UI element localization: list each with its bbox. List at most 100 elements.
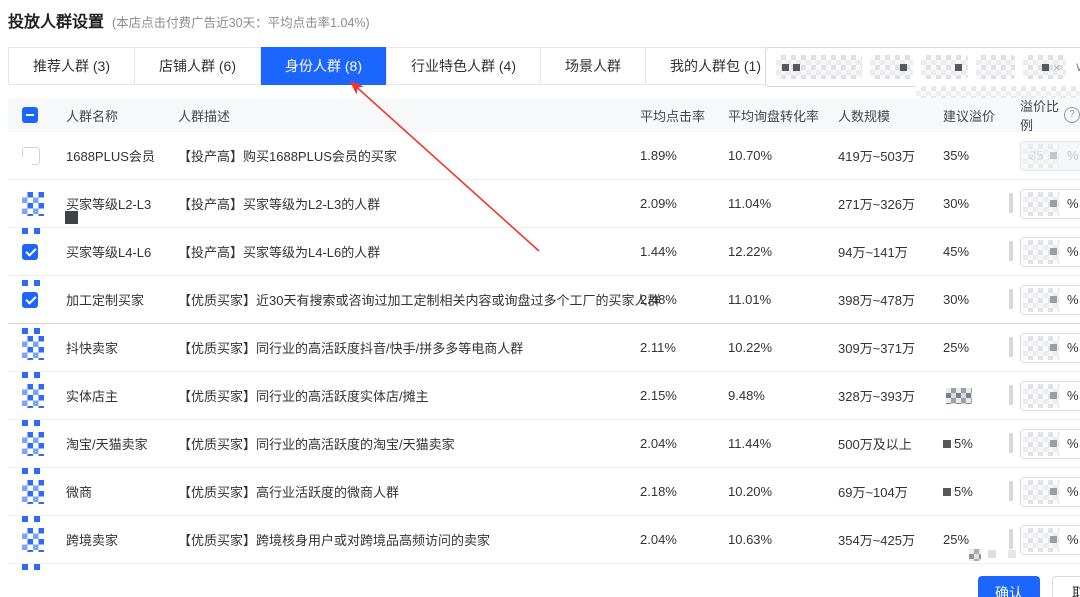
table-row: 抖快卖家 【优质买家】同行业的高活跃度抖音/快手/拼多多等电商人群 2.11% … [8, 324, 1080, 372]
mosaic-censor [22, 372, 28, 378]
suggested-premium-value: 25% [943, 532, 1018, 547]
premium-ratio-input[interactable]: % [1020, 477, 1080, 507]
row-checkbox[interactable] [22, 192, 44, 216]
tab-shop-audience[interactable]: 店铺人群 (6) [134, 48, 260, 84]
header-suggested-premium: 建议溢价 [943, 106, 1018, 125]
table-header-row: 人群名称 人群描述 平均点击率 平均询盘转化率 人数规模 建议溢价 溢价比例? [8, 98, 1080, 132]
avg-ctr-value: 1.44% [640, 244, 728, 259]
audience-name: 1688PLUS会员 [46, 146, 158, 165]
avg-inquiry-value: 9.48% [728, 388, 838, 403]
mosaic-censor [22, 420, 28, 426]
premium-ratio-input[interactable]: % [1020, 429, 1080, 459]
tag-clear-icon[interactable]: × [1053, 61, 1061, 74]
audience-name: 淘宝/天猫卖家 [46, 434, 158, 453]
table-row: 买家等级L2-L3 【投产高】买家等级为L2-L3的人群 2.09% 11.04… [8, 180, 1080, 228]
avg-ctr-value: 2.48% [640, 292, 728, 307]
avg-inquiry-value: 12.22% [728, 244, 838, 259]
cancel-button[interactable]: 取消 [1052, 576, 1080, 597]
audience-scale-value: 69万~104万 [838, 482, 943, 501]
chevron-down-icon[interactable]: ∨ [1074, 59, 1080, 75]
mosaic-censor [943, 440, 951, 448]
confirm-button[interactable]: 确认 [978, 576, 1040, 597]
audience-package-select[interactable]: × ∨ [765, 47, 1080, 87]
avg-ctr-value: 2.04% [640, 436, 728, 451]
masked-tag [776, 55, 862, 79]
audience-scale-value: 419万~503万 [838, 146, 943, 165]
audience-name: 加工定制买家 [46, 290, 158, 309]
row-checkbox[interactable] [22, 384, 44, 408]
avg-ctr-value: 2.09% [640, 196, 728, 211]
tab-industry-audience[interactable]: 行业特色人群 (4) [386, 48, 540, 84]
mosaic-censor [1023, 288, 1059, 312]
percent-suffix: % [1067, 196, 1079, 211]
masked-tag [921, 55, 968, 79]
row-checkbox[interactable] [22, 292, 38, 308]
info-icon[interactable]: ? [1064, 107, 1080, 123]
audience-settings-panel: 投放人群设置 (本店点击付费广告近30天：平均点击率1.04%) 推荐人群 (3… [0, 0, 1080, 597]
percent-suffix: % [1067, 292, 1079, 307]
premium-ratio-input[interactable]: % [1020, 237, 1080, 267]
row-checkbox[interactable] [22, 480, 44, 504]
tab-my-audience-package[interactable]: 我的人群包 (1) [645, 48, 785, 84]
premium-ratio-input[interactable]: % [1020, 189, 1080, 219]
audience-scale-value: 271万~326万 [838, 194, 943, 213]
premium-ratio-input[interactable]: % [1020, 333, 1080, 363]
audience-scale-value: 94万~141万 [838, 242, 943, 261]
row-checkbox[interactable] [22, 528, 44, 552]
audience-desc: 【优质买家】同行业的高活跃度抖音/快手/拼多多等电商人群 [158, 338, 640, 357]
premium-ratio-input[interactable]: % [1020, 141, 1080, 171]
premium-ratio-input[interactable]: % [1020, 285, 1080, 315]
header-premium-ratio: 溢价比例? [1020, 96, 1080, 134]
percent-suffix: % [1067, 340, 1079, 355]
title-row: 投放人群设置 (本店点击付费广告近30天：平均点击率1.04%) [8, 8, 370, 32]
header-audience-name: 人群名称 [46, 106, 158, 125]
page-title: 投放人群设置 [8, 8, 104, 32]
audience-name: 微商 [46, 482, 158, 501]
mosaic-censor [1023, 480, 1059, 504]
percent-suffix: % [1067, 388, 1079, 403]
table-row: 淘宝/天猫卖家 【优质买家】同行业的高活跃度的淘宝/天猫卖家 2.04% 11.… [8, 420, 1080, 468]
suggested-premium-value: 30% [943, 292, 1018, 307]
mosaic-censor [22, 564, 28, 570]
page-subtitle: (本店点击付费广告近30天：平均点击率1.04%) [112, 12, 370, 31]
tab-identity-audience[interactable]: 身份人群 (8) [260, 47, 386, 85]
premium-ratio-input[interactable]: % [1020, 525, 1080, 555]
table-row: 实体店主 【优质买家】同行业的高活跃度实体店/摊主 2.15% 9.48% 32… [8, 372, 1080, 420]
avg-ctr-value: 2.11% [640, 340, 728, 355]
premium-ratio-input[interactable]: % [1020, 381, 1080, 411]
header-audience-desc: 人群描述 [158, 106, 640, 125]
row-checkbox[interactable] [22, 147, 40, 165]
mosaic-censor [1023, 240, 1059, 264]
table-row: 1688PLUS会员 【投产高】购买1688PLUS会员的买家 1.89% 10… [8, 132, 1080, 180]
row-checkbox[interactable] [22, 244, 38, 260]
table-row: 买家等级L4-L6 【投产高】买家等级为L4-L6的人群 1.44% 12.22… [8, 228, 1080, 276]
mosaic-censor [969, 549, 981, 561]
tab-scene-audience[interactable]: 场景人群 [540, 48, 645, 84]
mosaic-censor [946, 388, 972, 404]
mosaic-censor [22, 516, 28, 522]
avg-ctr-value: 2.18% [640, 484, 728, 499]
audience-name: 买家等级L2-L3 [46, 194, 158, 213]
audience-name: 买家等级L4-L6 [46, 242, 158, 261]
table-row: 加工定制买家 【优质买家】近30天有搜索或咨询过加工定制相关内容或询盘过多个工厂… [8, 276, 1080, 324]
avg-ctr-value: 2.04% [640, 532, 728, 547]
audience-tab-bar: 推荐人群 (3) 店铺人群 (6) 身份人群 (8) 行业特色人群 (4) 场景… [8, 47, 786, 85]
row-checkbox[interactable] [22, 336, 44, 360]
avg-ctr-value: 1.89% [640, 148, 728, 163]
audience-desc: 【优质买家】跨境核身用户或对跨境品高频访问的卖家 [158, 530, 640, 549]
mosaic-censor [1023, 192, 1059, 216]
suggested-premium-value: 30% [943, 196, 1018, 211]
audience-scale-value: 500万及以上 [838, 434, 943, 453]
audience-desc: 【优质买家】同行业的高活跃度实体店/摊主 [158, 386, 640, 405]
avg-inquiry-value: 10.20% [728, 484, 838, 499]
percent-suffix: % [1067, 148, 1079, 163]
row-checkbox[interactable] [22, 432, 44, 456]
select-all-checkbox[interactable] [22, 107, 38, 123]
tab-recommended-audience[interactable]: 推荐人群 (3) [9, 48, 134, 84]
audience-desc: 【优质买家】同行业的高活跃度的淘宝/天猫卖家 [158, 434, 640, 453]
header-avg-inquiry-rate: 平均询盘转化率 [728, 106, 838, 125]
audience-scale-value: 328万~393万 [838, 386, 943, 405]
percent-suffix: % [1067, 532, 1079, 547]
avg-inquiry-value: 10.63% [728, 532, 838, 547]
audience-scale-value: 398万~478万 [838, 290, 943, 309]
